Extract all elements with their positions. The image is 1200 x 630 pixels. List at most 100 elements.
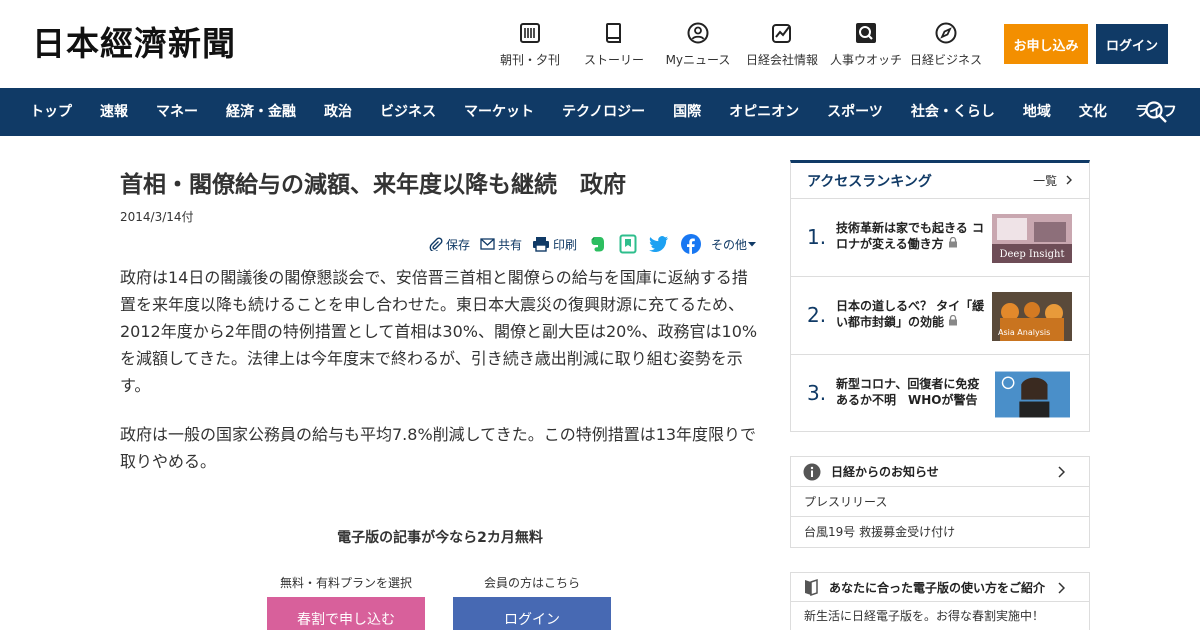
plan-label: 無料・有料プランを選択 <box>279 576 412 590</box>
info-icon <box>803 463 821 480</box>
header-link-company[interactable]: 日経会社情報 <box>740 20 824 70</box>
ranking-item[interactable]: 2. 日本の道しるべ？ タイ「緩い都市封鎖」の効能 Asia Analysis <box>791 277 1089 355</box>
notice-item-donation[interactable]: 台風19号 救援募金受け付け <box>791 517 1089 547</box>
more-label: その他 <box>710 237 747 252</box>
notice-header[interactable]: 日経からのお知らせ <box>791 457 1089 487</box>
member-login-button[interactable]: ログイン <box>453 597 611 630</box>
ranking-header: アクセスランキング 一覧 <box>791 163 1089 199</box>
nav-item-international[interactable]: 国際 <box>659 88 715 136</box>
main-nav: トップ 速報 マネー 経済・金融 政治 ビジネス マーケット テクノロジー 国際… <box>0 88 1200 136</box>
nav-item-news[interactable]: 速報 <box>86 88 142 136</box>
nikkei-logo[interactable]: 日本經濟新聞 <box>32 24 236 64</box>
more-share-button[interactable]: その他 <box>711 236 760 253</box>
printer-icon <box>532 237 549 252</box>
mail-icon <box>480 238 495 250</box>
lock-icon <box>948 236 957 248</box>
nav-item-culture[interactable]: 文化 <box>1065 88 1121 136</box>
header-link-label: Myニュース <box>665 53 731 67</box>
nav-item-politics[interactable]: 政治 <box>310 88 366 136</box>
bookmark-icon[interactable] <box>619 234 637 254</box>
evernote-icon[interactable] <box>589 235 607 253</box>
newspaper-icon <box>520 23 540 43</box>
notice-item-press[interactable]: プレスリリース <box>791 487 1089 517</box>
nav-item-sports[interactable]: スポーツ <box>813 88 897 136</box>
promo-title: 電子版の記事が今なら2カ月無料 <box>337 530 543 546</box>
book-icon <box>606 23 621 43</box>
ranking-item-title: 日本の道しるべ？ タイ「緩い都市封鎖」の効能 <box>836 299 985 329</box>
notice-title: 日経からのお知らせ <box>831 465 939 479</box>
header-link-story[interactable]: ストーリー <box>572 20 656 70</box>
nav-item-business[interactable]: ビジネス <box>366 88 450 136</box>
subscription-promo: 電子版の記事が今なら2カ月無料 無料・有料プランを選択 会員の方はこちら 春割で… <box>120 528 760 630</box>
ranking-more-label: 一覧 <box>1033 174 1058 188</box>
guide-title: あなたに合った電子版の使い方をご紹介 <box>829 580 1046 595</box>
header-link-business[interactable]: 日経ビジネス <box>908 20 984 70</box>
nav-item-society[interactable]: 社会・くらし <box>897 88 1009 136</box>
facebook-icon[interactable] <box>680 234 701 254</box>
ranking-item-title: 新型コロナ、回復者に免疫あるか不明 WHOが警告 <box>836 377 980 407</box>
guide-item[interactable]: 新生活に日経電子版を。お得な春割実施中！ <box>791 602 1089 630</box>
chevron-right-icon <box>1058 466 1065 478</box>
header-links: 朝刊・夕刊 ストーリー Myニュース 日経会社情報 人事ウオッチ 日経ビジネス <box>488 20 984 70</box>
compass-icon <box>935 22 957 44</box>
share-label: 共有 <box>497 237 522 252</box>
chevron-right-icon <box>1058 582 1065 594</box>
clip-icon <box>429 237 443 251</box>
article: 首相・閣僚給与の減額、来年度以降も継続 政府 2014/3/14付 保存 共有 … <box>120 160 760 630</box>
chart-icon <box>772 24 791 43</box>
article-paragraph: 政府は一般の国家公務員の給与も平均7.8%削減してきた。この特例措置は13年度限… <box>120 425 757 471</box>
nav-item-money[interactable]: マネー <box>142 88 212 136</box>
ranking-thumbnail: Asia Analysis <box>992 292 1072 341</box>
digital-guide: あなたに合った電子版の使い方をご紹介 新生活に日経電子版を。お得な春割実施中！ <box>790 572 1090 630</box>
header-link-label: ストーリー <box>583 53 644 67</box>
apply-button[interactable]: お申し込み <box>1004 24 1088 64</box>
search-icon[interactable] <box>1144 100 1168 124</box>
book-open-icon <box>805 578 818 596</box>
thumb-caption: Asia Analysis <box>998 328 1050 337</box>
article-paragraph: 政府は14日の閣議後の閣僚懇談会で、安倍晋三首相と閣僚らの給与を国庫に返納する措… <box>120 268 758 395</box>
save-label: 保存 <box>445 237 470 252</box>
save-button[interactable]: 保存 <box>429 236 470 253</box>
spring-signup-button[interactable]: 春割で申し込む <box>267 597 425 630</box>
print-label: 印刷 <box>552 237 577 252</box>
ranking-number: 1. <box>807 225 827 249</box>
ranking-item[interactable]: 1. 技術革新は家でも起きる コロナが変える働き方 Deep Insight <box>791 199 1089 277</box>
article-date: 2014/3/14付 <box>120 210 194 224</box>
user-icon <box>687 22 709 44</box>
member-label: 会員の方はこちら <box>483 576 580 590</box>
header-link-label: 日経ビジネス <box>909 53 982 67</box>
search-icon <box>856 23 876 43</box>
header-link-label: 人事ウオッチ <box>829 53 902 67</box>
thumb-caption: Deep Insight <box>999 249 1064 260</box>
header-link-label: 朝刊・夕刊 <box>499 53 560 67</box>
ranking-thumbnail <box>995 371 1070 418</box>
lock-icon <box>949 314 958 326</box>
nav-item-economy[interactable]: 経済・金融 <box>212 88 310 136</box>
ranking-thumbnail: Deep Insight <box>992 214 1072 263</box>
ranking-number: 2. <box>807 303 827 327</box>
article-title: 首相・閣僚給与の減額、来年度以降も継続 政府 <box>120 172 626 198</box>
ranking-item-title: 技術革新は家でも起きる コロナが変える働き方 <box>836 221 984 251</box>
header-link-label: 日経会社情報 <box>745 53 818 67</box>
article-body: 政府は14日の閣議後の閣僚懇談会で、安倍晋三首相と閣僚らの給与を国庫に返納する措… <box>120 264 760 497</box>
nav-items: トップ 速報 マネー 経済・金融 政治 ビジネス マーケット テクノロジー 国際… <box>16 88 1191 136</box>
site-header: 日本經濟新聞 朝刊・夕刊 ストーリー Myニュース 日経会社情報 人事ウオッチ … <box>0 0 1200 88</box>
nav-item-market[interactable]: マーケット <box>450 88 548 136</box>
header-link-paper[interactable]: 朝刊・夕刊 <box>488 20 572 70</box>
ranking-item[interactable]: 3. 新型コロナ、回復者に免疫あるか不明 WHOが警告 <box>791 355 1089 433</box>
nav-item-opinion[interactable]: オピニオン <box>715 88 813 136</box>
nikkei-notice: 日経からのお知らせ プレスリリース 台風19号 救援募金受け付け <box>790 456 1090 548</box>
nav-item-region[interactable]: 地域 <box>1009 88 1065 136</box>
share-button[interactable]: 共有 <box>480 236 522 253</box>
ranking-title: アクセスランキング <box>807 173 932 190</box>
nav-item-top[interactable]: トップ <box>16 88 86 136</box>
header-link-jinji[interactable]: 人事ウオッチ <box>824 20 908 70</box>
caret-down-icon <box>748 242 756 247</box>
print-button[interactable]: 印刷 <box>532 236 577 253</box>
login-button[interactable]: ログイン <box>1096 24 1168 64</box>
header-link-mynews[interactable]: Myニュース <box>656 20 740 70</box>
guide-header[interactable]: あなたに合った電子版の使い方をご紹介 <box>791 573 1089 602</box>
twitter-icon[interactable] <box>648 235 669 253</box>
ranking-more-link[interactable]: 一覧 <box>1033 172 1073 189</box>
nav-item-technology[interactable]: テクノロジー <box>548 88 659 136</box>
